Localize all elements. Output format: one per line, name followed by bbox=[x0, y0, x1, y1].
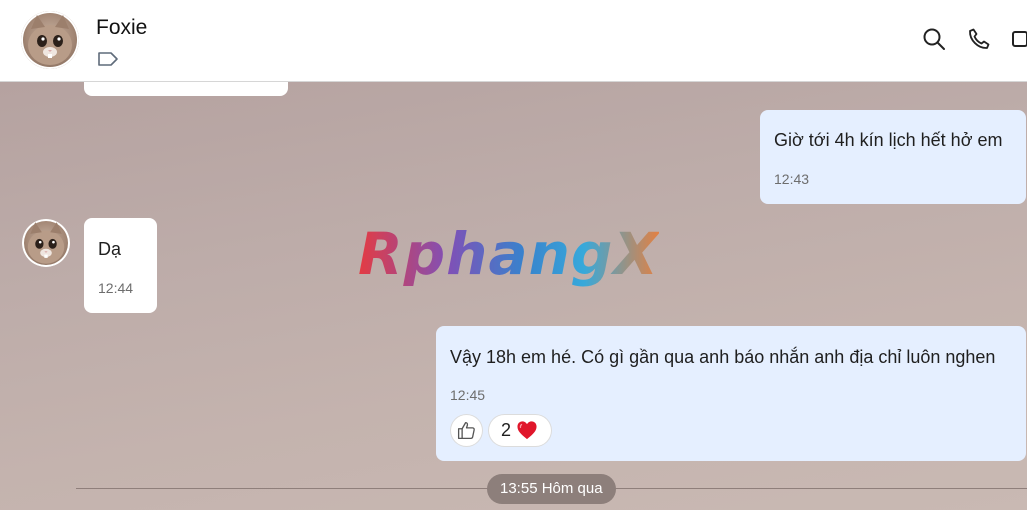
chat-header: Foxie bbox=[0, 0, 1027, 82]
watermark-logo: RphangX bbox=[358, 220, 660, 288]
reaction-summary[interactable]: 2 bbox=[489, 415, 551, 446]
message-text: Giờ tới 4h kín lịch hết hở em bbox=[774, 130, 1003, 150]
search-icon[interactable] bbox=[922, 27, 946, 51]
phone-icon[interactable] bbox=[967, 27, 991, 51]
outgoing-message-bubble[interactable]: Giờ tới 4h kín lịch hết hở em 12:43 bbox=[760, 110, 1026, 204]
cat-avatar-icon bbox=[28, 15, 72, 65]
previous-message-bubble[interactable] bbox=[84, 82, 288, 96]
outgoing-message-bubble[interactable]: Vậy 18h em hé. Có gì gần qua anh báo nhắ… bbox=[436, 326, 1026, 461]
cat-avatar-icon bbox=[27, 222, 65, 264]
message-text: Vậy 18h em hé. Có gì gần qua anh báo nhắ… bbox=[450, 347, 996, 367]
incoming-message-bubble[interactable]: Dạ 12:44 bbox=[84, 218, 157, 313]
message-time: 12:44 bbox=[98, 280, 134, 296]
contact-avatar[interactable] bbox=[21, 11, 79, 69]
day-separator-label: 13:55 Hôm qua bbox=[487, 474, 616, 504]
chat-area[interactable]: RphangX Giờ tới 4h kín lịch hết hở em 12… bbox=[0, 82, 1027, 510]
sender-avatar[interactable] bbox=[22, 219, 70, 267]
video-icon[interactable] bbox=[1011, 27, 1027, 51]
heart-icon bbox=[517, 421, 537, 440]
contact-name[interactable]: Foxie bbox=[96, 16, 147, 40]
message-time: 12:43 bbox=[774, 171, 810, 187]
message-text: Dạ bbox=[98, 239, 122, 259]
tag-icon[interactable] bbox=[97, 51, 119, 67]
thumbs-up-icon bbox=[457, 421, 475, 440]
message-time: 12:45 bbox=[450, 387, 486, 403]
reaction-count: 2 bbox=[501, 420, 512, 440]
add-reaction-button[interactable] bbox=[451, 415, 482, 446]
